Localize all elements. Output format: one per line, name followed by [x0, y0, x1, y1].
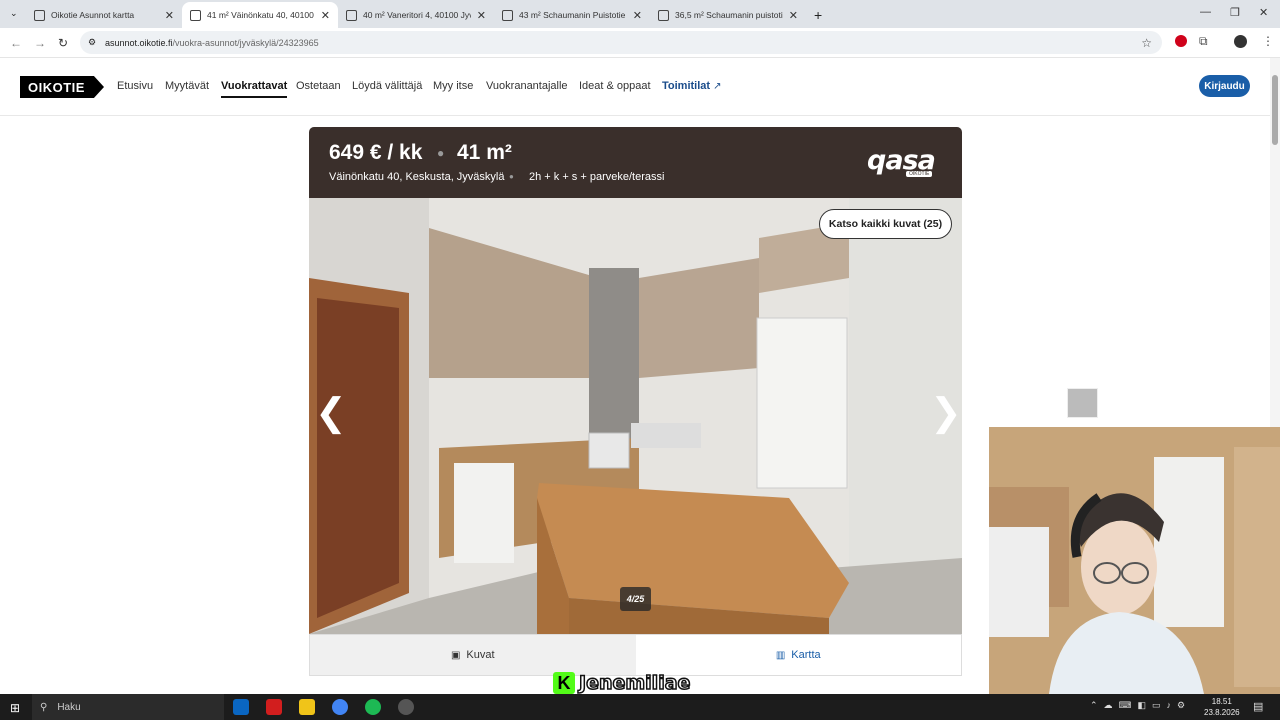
opera-extension-icon[interactable]	[1175, 35, 1187, 47]
windows-taskbar: ⊞ ⚲ Haku ⌃☁⌨◧▭♪⚙ 18.51 23.8.2026 ▤	[0, 694, 1280, 720]
browser-tab[interactable]: Oikotie Asunnot kartta ✕	[26, 2, 182, 28]
separator-dot: ●	[509, 172, 514, 181]
restore-icon[interactable]: ❐	[1230, 6, 1240, 19]
windows-start-icon[interactable]: ⊞	[10, 701, 20, 715]
photo-counter: 4/25	[620, 587, 651, 611]
nav-vuokranantajalle[interactable]: Vuokranantajalle	[486, 80, 568, 92]
external-link-icon: ↗	[713, 81, 722, 92]
nav-loyda-valittaja[interactable]: Löydä välittäjä	[352, 80, 422, 92]
taskbar-search[interactable]: ⚲ Haku	[32, 694, 224, 720]
close-tab-icon[interactable]: ✕	[633, 9, 642, 22]
minimize-icon[interactable]: —	[1200, 6, 1211, 18]
listing-rooms: 2h + k + s + parveke/terassi	[529, 171, 665, 183]
nav-ostetaan[interactable]: Ostetaan	[296, 80, 341, 92]
new-tab-icon[interactable]: +	[806, 2, 822, 28]
listing-photo[interactable]	[309, 198, 962, 634]
forward-icon[interactable]: →	[34, 36, 46, 50]
system-tray[interactable]: ⌃☁⌨◧▭♪⚙	[1090, 700, 1191, 711]
address-bar[interactable]: ⚙ asunnot.oikotie.fi/vuokra-asunnot/jyvä…	[80, 31, 1162, 54]
favicon-icon	[190, 9, 201, 21]
streamer-name: Jenemiliae	[578, 671, 691, 695]
oikotie-logo[interactable]: OIKOTIE	[20, 76, 104, 98]
menu-icon[interactable]: ⋮	[1262, 34, 1274, 48]
browser-tab[interactable]: 40 m² Vaneritori 4, 40100 Jyväskylä✕	[338, 2, 494, 28]
listing-header: 649 € / kk ● 41 m² Väinönkatu 40, Keskus…	[309, 127, 962, 198]
scrollbar-thumb[interactable]	[1272, 75, 1278, 145]
obs-icon[interactable]	[398, 699, 414, 715]
media-tabs: ▣ Kuvat ▥ Kartta	[309, 634, 962, 676]
kitchen-photo	[309, 198, 962, 634]
listing-area: 41 m²	[457, 141, 512, 164]
close-tab-icon[interactable]: ✕	[165, 9, 174, 22]
next-photo-icon[interactable]: ❯	[930, 390, 962, 435]
taskbar-clock[interactable]: 18.51 23.8.2026	[1204, 696, 1240, 718]
qasa-logo-sub: OIKOTIE	[906, 171, 933, 177]
extensions-icon[interactable]: ⧉	[1199, 34, 1208, 49]
nav-ideat-oppaat[interactable]: Ideat & oppaat	[579, 80, 651, 92]
profile-avatar[interactable]	[1234, 35, 1247, 48]
map-icon: ▥	[775, 649, 786, 661]
reload-icon[interactable]: ↻	[58, 36, 68, 50]
close-tab-icon[interactable]: ✕	[477, 9, 486, 22]
browser-tab-active[interactable]: 41 m² Väinönkatu 40, 40100 Jyväskylä✕	[182, 2, 338, 28]
streamer-brand: K Jenemiliae	[553, 671, 691, 695]
bookmark-star-icon[interactable]: ☆	[1141, 36, 1152, 50]
tab-list-icon[interactable]: ⌄	[10, 8, 18, 19]
back-icon[interactable]: ←	[10, 36, 22, 50]
favicon-icon	[34, 9, 45, 21]
close-tab-icon[interactable]: ✕	[789, 9, 798, 22]
url-path: /vuokra-asunnot/jyväskylä/24323965	[172, 37, 319, 48]
listing-price: 649 € / kk	[329, 141, 423, 164]
nav-etusivu[interactable]: Etusivu	[117, 80, 153, 92]
prev-photo-icon[interactable]: ❮	[315, 390, 347, 435]
view-all-photos-button[interactable]: Katso kaikki kuvat (25)	[819, 209, 952, 239]
favicon-icon	[658, 9, 669, 21]
favicon-icon	[346, 9, 357, 21]
site-info-icon[interactable]: ⚙	[88, 37, 96, 48]
notifications-icon[interactable]: ▤	[1253, 700, 1263, 713]
thumbnail-image	[1067, 388, 1098, 418]
tab-photos[interactable]: ▣ Kuvat	[310, 635, 636, 675]
spotify-icon[interactable]	[365, 699, 381, 715]
browser-tab-bar: ⌄ Oikotie Asunnot kartta ✕ 41 m² Väinönka…	[0, 0, 1280, 28]
search-icon: ⚲	[40, 701, 48, 713]
separator-dot: ●	[437, 146, 445, 160]
chrome-icon[interactable]	[332, 699, 348, 715]
login-button[interactable]: Kirjaudu	[1199, 75, 1250, 97]
browser-toolbar: ← → ↻ ⚙ asunnot.oikotie.fi/vuokra-asunno…	[0, 28, 1280, 58]
kick-logo: K	[553, 672, 575, 694]
file-explorer-icon[interactable]	[299, 699, 315, 715]
nav-toimitilat[interactable]: Toimitilat ↗	[662, 80, 722, 92]
webcam-overlay	[989, 427, 1280, 694]
outlook-icon[interactable]	[233, 699, 249, 715]
close-window-icon[interactable]: ✕	[1259, 6, 1268, 19]
browser-tab[interactable]: 43 m² Schaumanin Puistotie 19 ✕	[494, 2, 650, 28]
nav-myytavat[interactable]: Myytävät	[165, 80, 209, 92]
close-tab-icon[interactable]: ✕	[321, 9, 330, 22]
tab-map[interactable]: ▥ Kartta	[635, 635, 961, 675]
nav-myy-itse[interactable]: Myy itse	[433, 80, 473, 92]
url-host: asunnot.oikotie.fi	[105, 37, 173, 48]
listing-address: Väinönkatu 40, Keskusta, Jyväskylä	[329, 171, 505, 183]
browser-tab[interactable]: 36,5 m² Schaumanin puistotie 17✕	[650, 2, 806, 28]
lastpass-icon[interactable]	[266, 699, 282, 715]
nav-vuokrattavat[interactable]: Vuokrattavat	[221, 80, 288, 98]
webcam-image	[989, 427, 1280, 694]
site-header: OIKOTIE Etusivu Myytävät Vuokrattavat Os…	[0, 58, 1270, 116]
image-icon: ▣	[450, 649, 461, 661]
favicon-icon	[502, 9, 513, 21]
